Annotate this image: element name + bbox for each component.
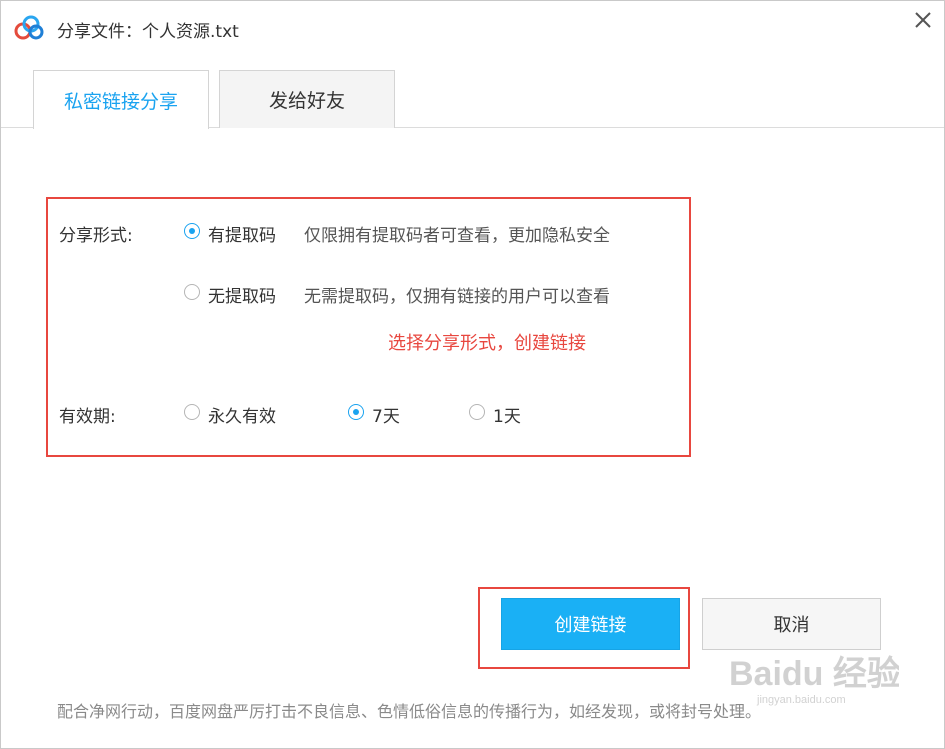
footer-notice: 配合净网行动，百度网盘严厉打击不良信息、色情低俗信息的传播行为，如经发现，或将封… <box>57 702 762 721</box>
annotation-text: 选择分享形式，创建链接 <box>388 333 586 354</box>
window-title: 分享文件：个人资源.txt <box>57 22 239 42</box>
option-with-code-label[interactable]: 有提取码 <box>208 221 276 246</box>
baidu-jingyan-watermark: Baidu 经验 jingyan.baidu.com <box>729 654 899 706</box>
option-1-day-label[interactable]: 1天 <box>493 402 521 427</box>
cancel-button[interactable]: 取消 <box>702 598 881 650</box>
option-without-code-desc: 无需提取码，仅拥有链接的用户可以查看 <box>304 287 610 307</box>
radio-permanent[interactable] <box>184 404 200 420</box>
close-icon[interactable] <box>910 7 936 33</box>
option-permanent-label[interactable]: 永久有效 <box>208 402 276 427</box>
share-form-label: 分享形式: <box>59 226 133 246</box>
option-with-code-desc: 仅限拥有提取码者可查看，更加隐私安全 <box>304 226 610 246</box>
tab-private-link-share[interactable]: 私密链接分享 <box>33 70 209 129</box>
tab-send-to-friend[interactable]: 发给好友 <box>219 70 395 128</box>
radio-1-day[interactable] <box>469 404 485 420</box>
radio-without-code[interactable] <box>184 284 200 300</box>
baidu-netdisk-cloud-icon <box>14 15 44 40</box>
title-bar: 分享文件：个人资源.txt <box>1 1 944 55</box>
option-without-code-label[interactable]: 无提取码 <box>208 282 276 307</box>
option-7-days-label[interactable]: 7天 <box>372 402 400 427</box>
validity-label: 有效期: <box>59 407 116 427</box>
share-dialog: 分享文件：个人资源.txt 私密链接分享 发给好友 分享形式: 有提取码 仅限拥… <box>0 0 945 749</box>
watermark-sub: jingyan.baidu.com <box>756 694 846 706</box>
watermark-text: Baidu 经验 <box>729 654 899 693</box>
radio-with-code[interactable] <box>184 223 200 239</box>
radio-7-days[interactable] <box>348 404 364 420</box>
create-link-button[interactable]: 创建链接 <box>501 598 680 650</box>
